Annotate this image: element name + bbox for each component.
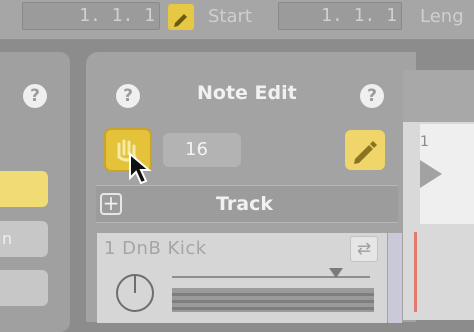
help-button-left[interactable]: ?	[23, 84, 47, 108]
help-button-note-edit[interactable]: ?	[116, 84, 140, 108]
note-edit-title: Note Edit	[197, 82, 297, 104]
left-panel-strip-1[interactable]: n	[0, 221, 48, 257]
playhead-marker[interactable]	[414, 232, 417, 312]
slider-handle-icon[interactable]	[328, 267, 344, 279]
locator-flag-icon[interactable]	[420, 160, 444, 188]
left-strip-text: n	[2, 229, 13, 248]
transport-toolbar: 1. 1. 1 Start 1. 1. 1 Leng	[0, 0, 474, 40]
quantize-field[interactable]: 16	[163, 133, 241, 167]
timeline-ruler	[403, 70, 474, 122]
mouse-cursor-icon	[129, 152, 152, 185]
position-field[interactable]: 1. 1. 1	[22, 2, 160, 30]
timeline-lane[interactable]: 1	[420, 124, 474, 224]
add-track-button[interactable]: +	[100, 193, 122, 215]
draw-mode-button[interactable]	[345, 130, 385, 170]
left-panel-highlight-strip[interactable]	[0, 171, 48, 207]
pencil-icon	[174, 14, 187, 27]
volume-knob[interactable]	[112, 270, 158, 316]
pencil-icon	[354, 141, 377, 164]
track-name[interactable]: 1 DnB Kick	[104, 238, 207, 259]
track-title: Track	[216, 193, 273, 215]
pencil-toggle-button[interactable]	[168, 4, 194, 30]
length-label: Leng	[420, 6, 464, 27]
track-divider	[388, 233, 402, 323]
help-button-note-edit-right[interactable]: ?	[360, 84, 384, 108]
meter-bar	[172, 288, 374, 312]
swap-icon[interactable]: ⇄	[350, 236, 378, 262]
start-field[interactable]: 1. 1. 1	[278, 2, 402, 30]
start-label: Start	[208, 6, 252, 27]
left-panel-strip-2[interactable]	[0, 270, 48, 306]
bar-marker: 1	[420, 134, 429, 150]
